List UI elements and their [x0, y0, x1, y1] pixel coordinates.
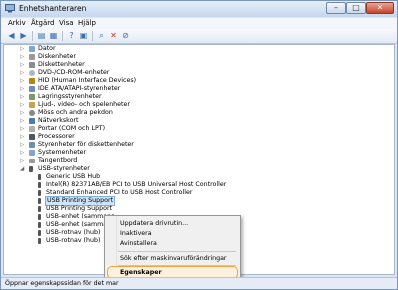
expander-icon[interactable]: ▷	[20, 69, 25, 77]
menu-hjalp[interactable]: Hjälp	[78, 19, 96, 27]
tree-item-label: USB-rotnav (hub)	[46, 237, 101, 244]
back-arrow-icon[interactable]: ◀	[7, 31, 16, 40]
tree-item-label: Portar (COM och LPT)	[38, 125, 106, 132]
expander-icon[interactable]: ▷	[20, 149, 25, 157]
expander-icon[interactable]: ▷	[20, 93, 25, 101]
port-icon	[29, 126, 35, 132]
toolbar-separator	[62, 31, 63, 41]
properties-icon[interactable]: ▤	[37, 31, 46, 40]
device-manager-icon	[5, 4, 15, 13]
show-hide-icon[interactable]: ▦	[49, 31, 58, 40]
menu-bar: Arkiv Åtgärd Visa Hjälp	[1, 18, 397, 29]
menu-arkiv[interactable]: Arkiv	[8, 19, 26, 27]
tree-item-label: Dator	[38, 45, 56, 52]
expander-icon[interactable]: ▷	[20, 117, 25, 125]
expander-icon[interactable]: ▷	[20, 109, 25, 117]
expander-icon[interactable]: ▷	[20, 101, 25, 109]
sound-icon	[29, 102, 35, 108]
expander-icon[interactable]: ▷	[20, 85, 25, 93]
usb-device-icon	[38, 214, 41, 220]
help-icon[interactable]: ?	[67, 31, 76, 40]
tree-item-label: USB Printing Support	[44, 196, 116, 206]
tree-item-label: USB-styrenheter	[38, 165, 90, 172]
tree-item-label: Lagringsstyrenheter	[38, 93, 102, 100]
tree-item-label: Intel(R) 82371AB/EB PCI to USB Universal…	[46, 181, 227, 188]
status-bar: Öppnar egenskapssidan för det mar	[1, 277, 397, 289]
toolbar-separator	[92, 31, 93, 41]
tree-item-label: IDE ATA/ATAPI-styrenheter	[38, 85, 121, 92]
expander-icon[interactable]: ▷	[20, 61, 25, 69]
tree-item-label: Processorer	[38, 133, 75, 140]
toolbar-separator	[32, 31, 33, 41]
properties-menu-item[interactable]: Egenskaper	[120, 269, 162, 276]
tree-item-label: HID (Human Interface Devices)	[38, 77, 137, 84]
computer-icon	[29, 46, 35, 52]
expander-icon[interactable]: ▷	[20, 133, 25, 141]
expander-icon[interactable]: ▷	[20, 45, 25, 53]
tree-item-label: Diskettenheter	[38, 61, 85, 68]
keyboard-icon	[29, 159, 35, 163]
disable-menu-item[interactable]: Inaktivera	[120, 230, 152, 237]
ide-controller-icon	[29, 86, 35, 92]
tree-item-label: Diskenheter	[38, 53, 76, 60]
floppy-controller-icon	[29, 142, 35, 148]
disable-icon[interactable]: ⊘	[121, 31, 130, 40]
system-device-icon	[29, 150, 35, 156]
usb-device-icon	[38, 190, 41, 196]
usb-device-icon	[38, 206, 41, 212]
usb-device-icon	[38, 230, 41, 236]
expander-icon[interactable]: ▷	[20, 77, 25, 85]
window-title: Enhetshanteraren	[19, 4, 87, 13]
tree-item-label: Möss och andra pekdon	[38, 109, 113, 116]
processor-icon	[29, 134, 35, 140]
network-adapter-icon	[29, 118, 35, 124]
usb-device-icon	[38, 182, 41, 188]
expander-icon[interactable]: ▷	[20, 53, 25, 61]
tree-item-label: Tangentbord	[38, 157, 78, 164]
usb-device-icon	[38, 222, 41, 228]
tree-item-label: Styrenheter för diskettenheter	[38, 141, 134, 148]
storage-controller-icon	[29, 94, 35, 100]
tree-item-label: DVD-/CD-ROM-enheter	[38, 69, 110, 76]
tree-item-label: Ljud-, video- och spelenheter	[38, 101, 130, 108]
expander-icon[interactable]: ▷	[20, 157, 25, 165]
forward-arrow-icon[interactable]: ▶	[19, 31, 28, 40]
usb-icon	[29, 166, 33, 172]
disk-drive-icon	[29, 54, 35, 60]
context-menu-separator	[118, 251, 236, 252]
expander-icon[interactable]: ▷	[20, 141, 25, 149]
hid-icon	[29, 78, 35, 84]
minimize-button[interactable]: –	[326, 2, 346, 14]
tree-item-label: Systemenheter	[38, 149, 87, 156]
dvd-drive-icon	[29, 70, 35, 76]
close-button[interactable]: ✕	[366, 2, 394, 14]
maximize-button[interactable]: □	[346, 2, 366, 14]
uninstall-menu-item[interactable]: Avinstallera	[120, 240, 157, 247]
uninstall-icon[interactable]: ✕	[109, 31, 118, 40]
menu-atgard[interactable]: Åtgärd	[31, 19, 54, 27]
floppy-drive-icon	[29, 62, 35, 68]
expander-icon[interactable]: ▷	[20, 125, 25, 133]
tree-item-label: Standard Enhanced PCI to USB Host Contro…	[46, 189, 193, 196]
usb-device-icon	[38, 174, 41, 180]
tree-item-label: Generic USB Hub	[46, 173, 101, 180]
device-manager-window: Enhetshanteraren – □ ✕ Arkiv Åtgärd Visa…	[0, 0, 398, 290]
scan-hardware-icon[interactable]: ⌕	[97, 31, 106, 40]
scan-hardware-menu-item[interactable]: Sök efter maskinvaruförändringar	[120, 255, 227, 262]
expander-icon[interactable]: ◢	[20, 165, 25, 173]
status-text: Öppnar egenskapssidan för det mar	[5, 280, 119, 287]
toolbar: ◀ ▶ ▤ ▦ ? ▣ ⌕ ✕ ⊘	[1, 29, 397, 44]
mouse-icon	[29, 110, 35, 116]
tree-item-label: USB Printing Support	[46, 205, 113, 212]
usb-device-icon	[38, 198, 41, 204]
tree-item-label: Nätverkskort	[38, 117, 79, 124]
tree-item-label: USB-rotnav (hub)	[46, 229, 101, 236]
title-bar[interactable]: Enhetshanteraren – □ ✕	[1, 1, 397, 17]
computer-icon[interactable]: ▣	[79, 31, 88, 40]
menu-visa[interactable]: Visa	[59, 19, 74, 27]
update-driver-menu-item[interactable]: Uppdatera drivrutin...	[120, 220, 188, 227]
context-menu: Uppdatera drivrutin... Inaktivera Avinst…	[104, 215, 241, 283]
usb-device-icon	[38, 238, 41, 244]
